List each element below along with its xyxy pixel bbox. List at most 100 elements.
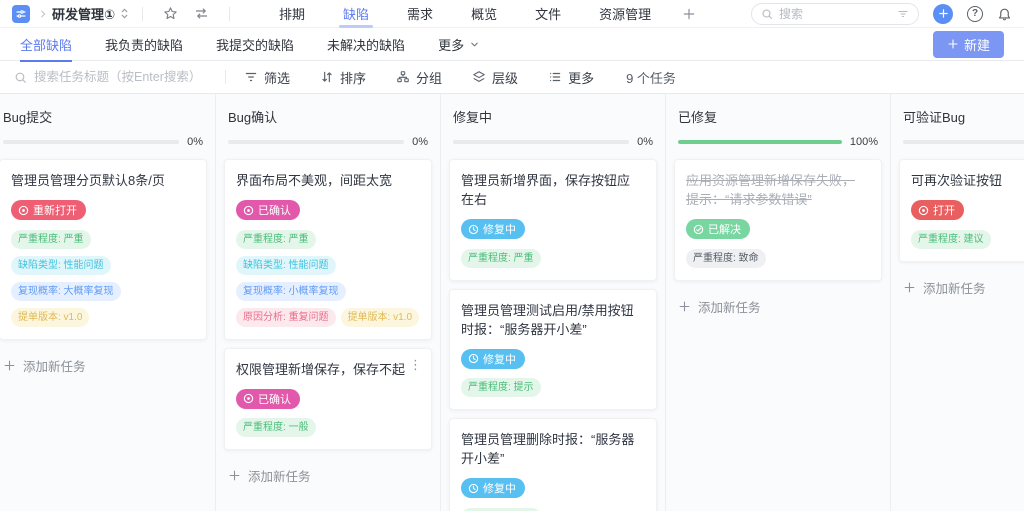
dot-circle-icon: [18, 205, 29, 216]
status-pill[interactable]: 修复中: [461, 219, 525, 239]
card-more-icon[interactable]: ⋮: [409, 358, 422, 371]
task-card[interactable]: 管理员管理测试启用/禁用按钮时报：“服务器开小差” 修复中 严重程度: 提示: [449, 288, 657, 410]
bell-icon[interactable]: [997, 6, 1012, 21]
view-tab[interactable]: 全部缺陷: [20, 28, 73, 62]
kanban-column: Bug提交 0% 管理员管理分页默认8条/页 重新打开 严重程度: 严重 缺陷类型: 性能…: [0, 94, 216, 511]
column-title: 修复中: [453, 110, 493, 125]
kanban-column: 可验证Bug0%可再次验证按钮打开严重程度: 建议添加新任务: [891, 94, 1024, 511]
task-card[interactable]: 应用资源管理新增保存失败，提示：“请求参数错误” 已解决 严重程度: 致命: [674, 159, 882, 281]
project-name[interactable]: 研发管理①: [52, 4, 115, 23]
task-card[interactable]: 管理员管理删除时报：“服务器开小差” 修复中严重程度: 严重: [449, 418, 657, 511]
column-header: 可验证Bug0%: [891, 94, 1024, 157]
column-progress-bar: [453, 140, 630, 144]
toolbar-button[interactable]: 筛选: [244, 68, 290, 87]
project-tab[interactable]: 概览: [471, 0, 497, 28]
view-tab-more[interactable]: 更多: [438, 28, 480, 61]
task-card[interactable]: 权限管理新增保存，保存不起 ⋮ 已确认严重程度: 一般: [224, 347, 432, 450]
dot-circle-icon: [243, 205, 254, 216]
task-title: 应用资源管理新增保存失败，提示：“请求参数错误”: [686, 173, 856, 207]
add-task-button[interactable]: 添加新任务: [666, 289, 890, 328]
task-title: 管理员管理删除时报：“服务器开小差”: [461, 432, 635, 466]
task-title: 权限管理新增保存，保存不起: [236, 361, 406, 377]
task-title: 管理员管理测试启用/禁用按钮时报：“服务器开小差”: [461, 302, 634, 337]
field-tag: 原因分析: 重复问题: [236, 307, 336, 327]
field-tag: 严重程度: 严重: [461, 507, 541, 511]
column-title: Bug确认: [228, 110, 278, 125]
field-tag: 提单版本: v1.0: [340, 307, 420, 327]
swap-icon[interactable]: [194, 6, 209, 21]
view-tab[interactable]: 未解决的缺陷: [327, 28, 405, 61]
task-search-input[interactable]: [34, 70, 212, 84]
help-icon[interactable]: ?: [967, 5, 983, 22]
divider: [225, 70, 226, 84]
kanban-column: Bug确认 0% 界面布局不美观，间距太宽 已确认 严重程度: 严重 缺陷类型: 性能问题…: [216, 94, 441, 511]
board-toolbar: 筛选 排序 分组 层级 更多 9 个任务: [0, 61, 1024, 94]
status-pill[interactable]: 修复中: [461, 478, 525, 498]
field-tag: 严重程度: 一般: [236, 418, 316, 437]
column-header: Bug提交 0%: [0, 94, 215, 157]
project-nav-tabs: 排期 缺陷 需求 概览 文件 资源管理: [260, 0, 670, 28]
project-tab[interactable]: 资源管理: [599, 0, 651, 28]
task-card[interactable]: 可再次验证按钮打开严重程度: 建议: [899, 159, 1024, 262]
view-tab[interactable]: 我提交的缺陷: [216, 28, 294, 61]
field-tag: 缺陷类型: 性能问题: [11, 255, 111, 275]
project-tab[interactable]: 文件: [535, 0, 561, 28]
divider: [229, 6, 231, 21]
layers-icon: [472, 70, 486, 84]
task-title: 可再次验证按钮: [911, 173, 1003, 188]
field-tag: 复现概率: 小概率复现: [236, 281, 346, 301]
status-pill[interactable]: 已确认: [236, 388, 300, 409]
clock-icon: [468, 483, 479, 494]
project-icon[interactable]: [12, 4, 30, 23]
global-search-input[interactable]: [779, 6, 891, 21]
column-progress-bar: [678, 140, 842, 144]
task-card[interactable]: 管理员新增界面，保存按钮应在右 修复中 严重程度: 严重: [449, 159, 657, 281]
search-icon: [761, 8, 773, 20]
task-card[interactable]: 管理员管理分页默认8条/页 重新打开 严重程度: 严重 缺陷类型: 性能问题 复现概率:…: [0, 159, 207, 340]
status-pill[interactable]: 已解决: [686, 219, 750, 239]
plus-icon: [678, 300, 691, 313]
field-tag: 严重程度: 建议: [911, 229, 991, 249]
add-task-button[interactable]: 添加新任务: [0, 348, 215, 387]
add-task-button[interactable]: 添加新任务: [216, 458, 440, 497]
search-filter-icon[interactable]: [897, 8, 909, 20]
project-tab[interactable]: 缺陷: [339, 0, 374, 28]
task-title: 管理员新增界面，保存按钮应在右: [461, 173, 631, 207]
global-search-box[interactable]: [751, 2, 919, 25]
toolbar-button[interactable]: 排序: [320, 68, 366, 87]
dot-circle-icon: [243, 393, 254, 404]
task-search-box[interactable]: [14, 70, 219, 84]
kanban-column: 已修复 100% 应用资源管理新增保存失败，提示：“请求参数错误” 已解决 严重程度: …: [666, 94, 891, 511]
add-task-button[interactable]: 添加新任务: [891, 270, 1024, 309]
task-card[interactable]: 界面布局不美观，间距太宽已确认严重程度: 严重 缺陷类型: 性能问题 复现概率: 小…: [224, 159, 432, 340]
task-count: 9 个任务: [626, 70, 676, 86]
column-progress-label: 0%: [637, 136, 653, 148]
status-pill[interactable]: 打开: [911, 200, 964, 220]
status-pill[interactable]: 已确认: [236, 200, 300, 220]
plus-circle-icon[interactable]: [933, 3, 953, 24]
toolbar-button[interactable]: 分组: [396, 68, 442, 87]
column-header: Bug确认 0%: [216, 94, 440, 157]
plus-icon: [3, 359, 16, 372]
column-title: 已修复: [678, 110, 718, 125]
field-tag: 严重程度: 严重: [236, 229, 316, 249]
toolbar-button[interactable]: 更多: [548, 68, 594, 87]
column-title: Bug提交: [3, 110, 53, 125]
status-pill[interactable]: 修复中: [461, 348, 525, 369]
task-title: 界面布局不美观，间距太宽: [236, 173, 393, 188]
field-tag: 缺陷类型: 性能问题: [236, 255, 336, 275]
chevron-down-icon: [469, 39, 480, 50]
add-tab-icon[interactable]: [682, 7, 696, 21]
project-tab[interactable]: 需求: [407, 0, 433, 28]
toolbar-button[interactable]: 层级: [472, 68, 518, 87]
project-switcher-icon[interactable]: [119, 6, 130, 21]
divider: [142, 6, 144, 21]
top-bar: 研发管理① 排期 缺陷 需求 概览 文件 资源管理 ?: [0, 0, 1024, 28]
new-task-button[interactable]: 新建: [932, 30, 1004, 58]
project-tab[interactable]: 排期: [279, 0, 305, 28]
view-tab[interactable]: 我负责的缺陷: [105, 28, 183, 61]
clock-icon: [468, 353, 479, 364]
status-pill[interactable]: 重新打开: [11, 200, 86, 220]
field-tag: 提单版本: v1.0: [11, 307, 90, 327]
star-icon[interactable]: [163, 6, 178, 21]
